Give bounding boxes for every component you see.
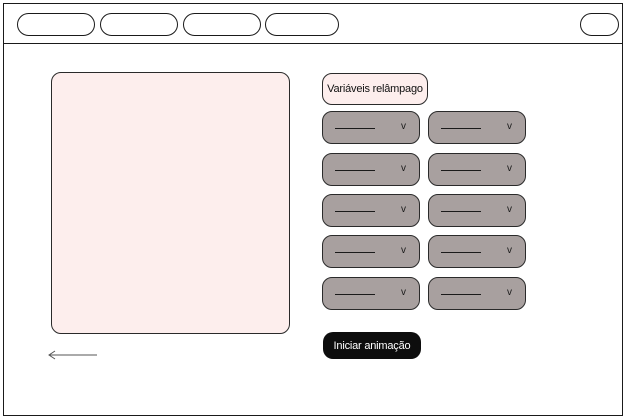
dropdown-value-placeholder [335,252,375,253]
account-button[interactable] [580,13,619,36]
top-navigation-bar [4,4,622,44]
dropdown-value-placeholder [335,211,375,212]
variable-dropdown-8[interactable]: v [428,235,526,268]
variable-dropdown-1[interactable]: v [322,111,420,144]
variable-dropdown-7[interactable]: v [322,235,420,268]
nav-tab-1[interactable] [17,13,95,36]
variable-dropdown-10[interactable]: v [428,277,526,310]
dropdown-value-placeholder [335,294,375,295]
dropdown-value-placeholder [441,128,481,129]
chevron-down-icon: v [401,204,406,215]
chevron-down-icon: v [401,245,406,256]
chevron-down-icon: v [507,245,512,256]
chevron-down-icon: v [507,204,512,215]
dropdown-value-placeholder [441,211,481,212]
variable-dropdown-2[interactable]: v [428,111,526,144]
nav-tab-4[interactable] [265,13,339,36]
dropdown-value-placeholder [335,170,375,171]
app-window: Variáveis relâmpago v v v v v v v v v v … [3,3,623,416]
variable-dropdown-4[interactable]: v [428,153,526,186]
nav-tab-3[interactable] [183,13,261,36]
flash-variables-button[interactable]: Variáveis relâmpago [322,73,428,105]
chevron-down-icon: v [401,121,406,132]
chevron-down-icon: v [507,287,512,298]
animation-preview-canvas [51,72,290,334]
start-animation-button[interactable]: Iniciar animação [323,332,421,359]
dropdown-value-placeholder [335,128,375,129]
chevron-down-icon: v [507,121,512,132]
chevron-down-icon: v [401,163,406,174]
variable-dropdown-9[interactable]: v [322,277,420,310]
dropdown-value-placeholder [441,170,481,171]
arrow-left-icon[interactable] [48,349,98,361]
nav-tab-2[interactable] [100,13,178,36]
chevron-down-icon: v [507,163,512,174]
chevron-down-icon: v [401,287,406,298]
variable-dropdown-3[interactable]: v [322,153,420,186]
dropdown-value-placeholder [441,252,481,253]
variable-dropdown-6[interactable]: v [428,194,526,227]
variable-dropdown-5[interactable]: v [322,194,420,227]
dropdown-value-placeholder [441,294,481,295]
